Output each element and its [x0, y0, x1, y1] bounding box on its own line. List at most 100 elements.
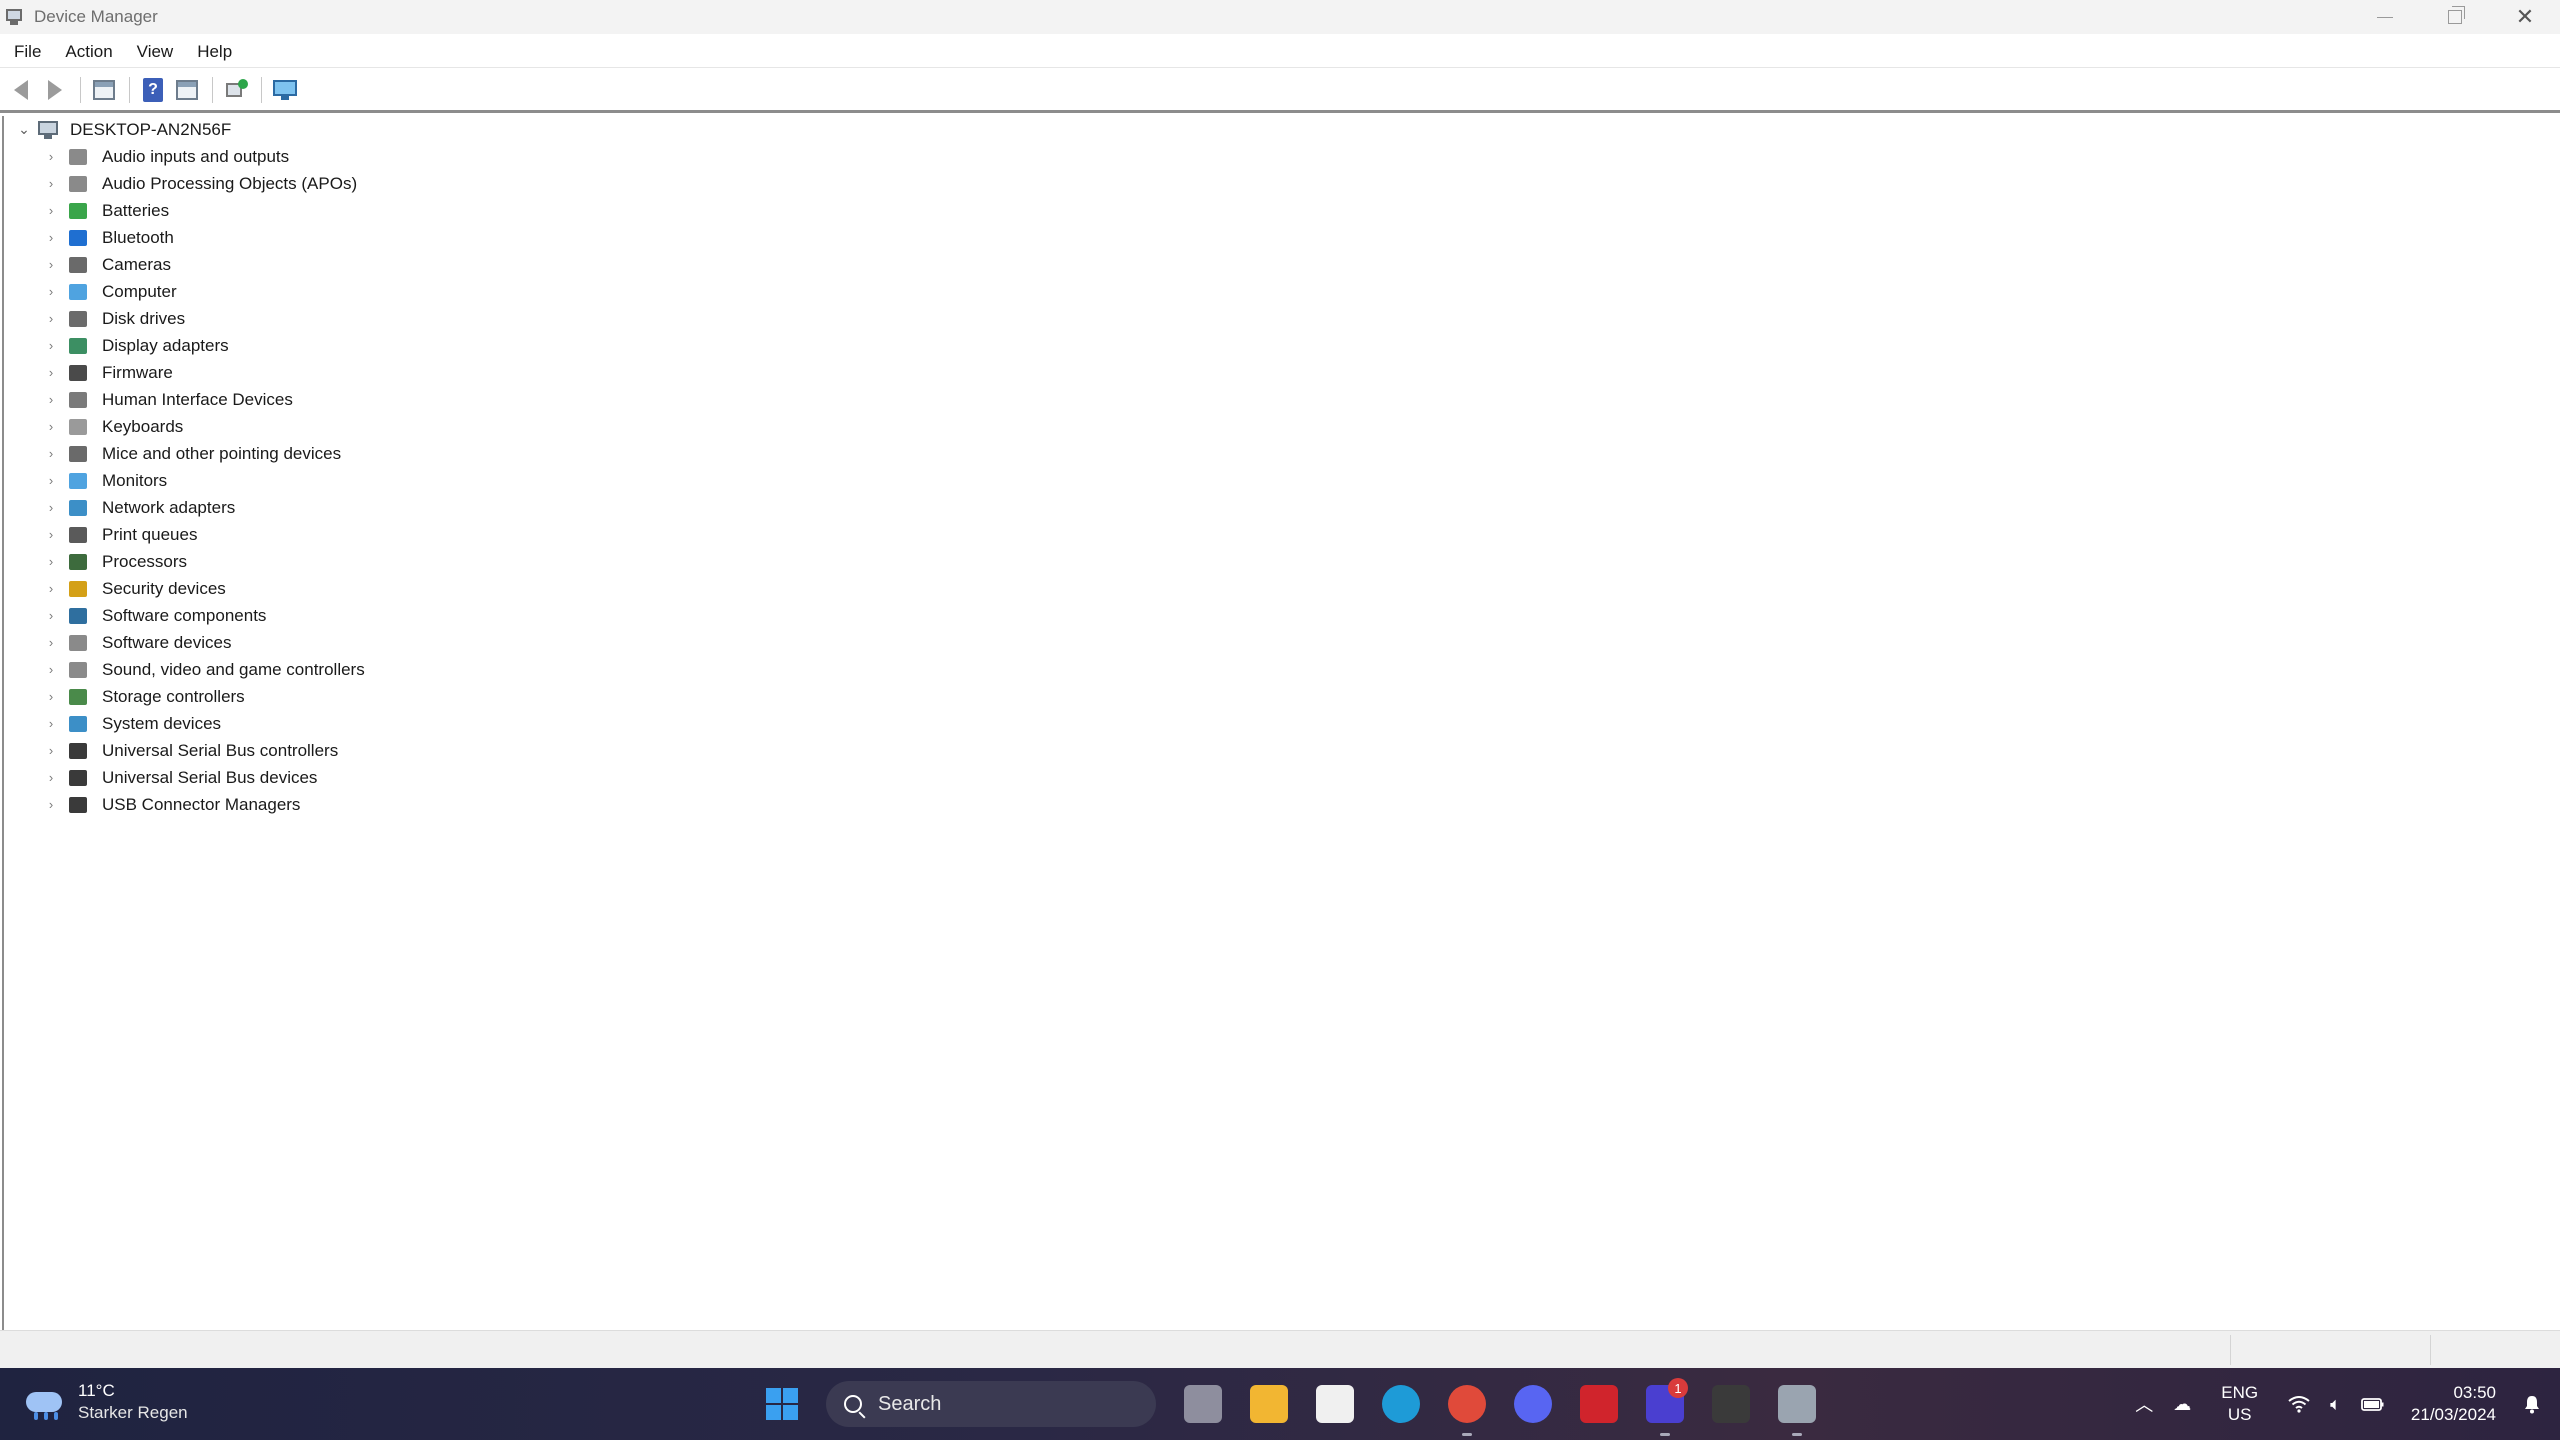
taskbar-app-file-explorer[interactable] — [1236, 1368, 1302, 1440]
battery-icon[interactable] — [2361, 1396, 2385, 1412]
help-button[interactable]: ? — [138, 75, 168, 105]
expand-chevron-icon[interactable]: › — [42, 359, 60, 386]
expand-chevron-icon[interactable]: › — [42, 440, 60, 467]
minimize-button[interactable] — [2350, 0, 2420, 34]
close-button[interactable]: ✕ — [2490, 0, 2560, 34]
window-controls: ✕ — [2350, 0, 2560, 34]
device-tree: ⌄ DESKTOP-AN2N56F › Audio inputs and outp… — [2, 116, 2560, 1330]
taskbar-app-chrome[interactable] — [1434, 1368, 1500, 1440]
tree-node[interactable]: › Software components — [42, 602, 365, 629]
menu-view[interactable]: View — [137, 42, 174, 62]
tree-node[interactable]: › Computer — [42, 278, 365, 305]
expand-chevron-icon[interactable]: › — [42, 494, 60, 521]
tree-node[interactable]: › Processors — [42, 548, 365, 575]
menu-action[interactable]: Action — [65, 42, 112, 62]
tree-root[interactable]: ⌄ DESKTOP-AN2N56F — [16, 116, 231, 143]
onedrive-cloud-icon[interactable]: ☁ — [2173, 1394, 2191, 1415]
clock[interactable]: 03:50 21/03/2024 — [2411, 1382, 2496, 1426]
status-cell — [2430, 1335, 2560, 1365]
speaker-icon — [66, 146, 90, 168]
tree-node[interactable]: › Security devices — [42, 575, 365, 602]
tree-node[interactable]: › Bluetooth — [42, 224, 365, 251]
tree-node[interactable]: › Display adapters — [42, 332, 365, 359]
expand-chevron-icon[interactable]: › — [42, 467, 60, 494]
language-indicator[interactable]: ENG US — [2221, 1382, 2258, 1426]
expand-chevron-icon[interactable]: › — [42, 629, 60, 656]
taskbar-app-discord[interactable] — [1500, 1368, 1566, 1440]
tree-node[interactable]: › Mice and other pointing devices — [42, 440, 365, 467]
expand-chevron-icon[interactable]: › — [42, 332, 60, 359]
expand-chevron-icon[interactable]: › — [42, 764, 60, 791]
tree-node[interactable]: › Storage controllers — [42, 683, 365, 710]
tree-node[interactable]: › System devices — [42, 710, 365, 737]
taskbar-app-task-view[interactable] — [1170, 1368, 1236, 1440]
restore-button[interactable] — [2420, 0, 2490, 34]
tree-node[interactable]: › USB Connector Managers — [42, 791, 365, 818]
tree-node[interactable]: › Universal Serial Bus controllers — [42, 737, 365, 764]
expand-chevron-icon[interactable]: › — [42, 575, 60, 602]
tree-node[interactable]: › Software devices — [42, 629, 365, 656]
forward-button[interactable] — [40, 75, 70, 105]
expand-chevron-icon[interactable]: › — [42, 683, 60, 710]
expand-chevron-icon[interactable]: › — [42, 197, 60, 224]
device-categories: › Audio inputs and outputs › Audio Processi… — [42, 143, 365, 818]
title-bar: Device Manager ✕ — [0, 0, 2560, 34]
expand-chevron-icon[interactable]: › — [42, 224, 60, 251]
tree-node[interactable]: › Sound, video and game controllers — [42, 656, 365, 683]
edge-icon — [1382, 1385, 1420, 1423]
tree-node[interactable]: › Audio Processing Objects (APOs) — [42, 170, 365, 197]
chevron-up-icon[interactable]: ︿ — [2135, 1391, 2153, 1417]
tree-node[interactable]: › Monitors — [42, 467, 365, 494]
taskbar-app-design-app[interactable]: 1 — [1632, 1368, 1698, 1440]
tree-node[interactable]: › Universal Serial Bus devices — [42, 764, 365, 791]
scan-hardware-button[interactable] — [221, 75, 251, 105]
tree-node[interactable]: › Network adapters — [42, 494, 365, 521]
wifi-icon[interactable] — [2288, 1395, 2310, 1413]
expand-chevron-icon[interactable]: › — [42, 170, 60, 197]
rain-cloud-icon — [24, 1382, 66, 1422]
tree-node[interactable]: › Human Interface Devices — [42, 386, 365, 413]
taskbar-app-amd-software[interactable] — [1566, 1368, 1632, 1440]
expand-chevron-icon[interactable]: › — [42, 413, 60, 440]
expand-chevron-icon[interactable]: › — [42, 791, 60, 818]
tree-node[interactable]: › Cameras — [42, 251, 365, 278]
tree-node[interactable]: › Batteries — [42, 197, 365, 224]
add-legacy-hardware-button[interactable] — [270, 75, 300, 105]
taskbar-app-unity[interactable] — [1698, 1368, 1764, 1440]
expand-chevron-icon[interactable]: › — [42, 737, 60, 764]
expand-chevron-icon[interactable]: › — [42, 521, 60, 548]
expand-chevron-icon[interactable]: › — [42, 278, 60, 305]
task-view-icon — [1184, 1385, 1222, 1423]
taskbar-app-microsoft-store[interactable] — [1302, 1368, 1368, 1440]
tree-node[interactable]: › Audio inputs and outputs — [42, 143, 365, 170]
expand-chevron-icon[interactable]: › — [42, 143, 60, 170]
tree-node[interactable]: › Firmware — [42, 359, 365, 386]
expand-chevron-icon[interactable]: › — [42, 548, 60, 575]
tree-node[interactable]: › Keyboards — [42, 413, 365, 440]
tree-node-label: Audio inputs and outputs — [102, 146, 290, 166]
tree-node[interactable]: › Disk drives — [42, 305, 365, 332]
battery-icon — [66, 200, 90, 222]
properties-button[interactable] — [89, 75, 119, 105]
start-button[interactable] — [760, 1382, 804, 1426]
back-button[interactable] — [6, 75, 36, 105]
expand-chevron-icon[interactable]: › — [42, 656, 60, 683]
menu-file[interactable]: File — [14, 42, 41, 62]
notification-bell-icon[interactable] — [2522, 1394, 2542, 1414]
expand-chevron-icon[interactable]: › — [42, 251, 60, 278]
expand-chevron-icon[interactable]: › — [42, 602, 60, 629]
menu-help[interactable]: Help — [197, 42, 232, 62]
expand-chevron-icon[interactable]: › — [42, 386, 60, 413]
show-hide-tree-button[interactable] — [172, 75, 202, 105]
volume-icon[interactable]: 🔈︎ — [2330, 1394, 2341, 1415]
tree-node[interactable]: › Print queues — [42, 521, 365, 548]
software-component-icon — [66, 605, 90, 627]
expand-chevron-icon[interactable]: › — [42, 305, 60, 332]
weather-widget[interactable]: 11°C Starker Regen — [24, 1380, 188, 1424]
taskbar-search[interactable]: Search — [826, 1381, 1156, 1427]
taskbar-app-device-manager[interactable] — [1764, 1368, 1830, 1440]
taskbar-app-edge[interactable] — [1368, 1368, 1434, 1440]
tree-node-label: Audio Processing Objects (APOs) — [102, 173, 358, 193]
expand-chevron-icon[interactable]: › — [42, 710, 60, 737]
collapse-chevron-icon[interactable]: ⌄ — [16, 116, 32, 143]
